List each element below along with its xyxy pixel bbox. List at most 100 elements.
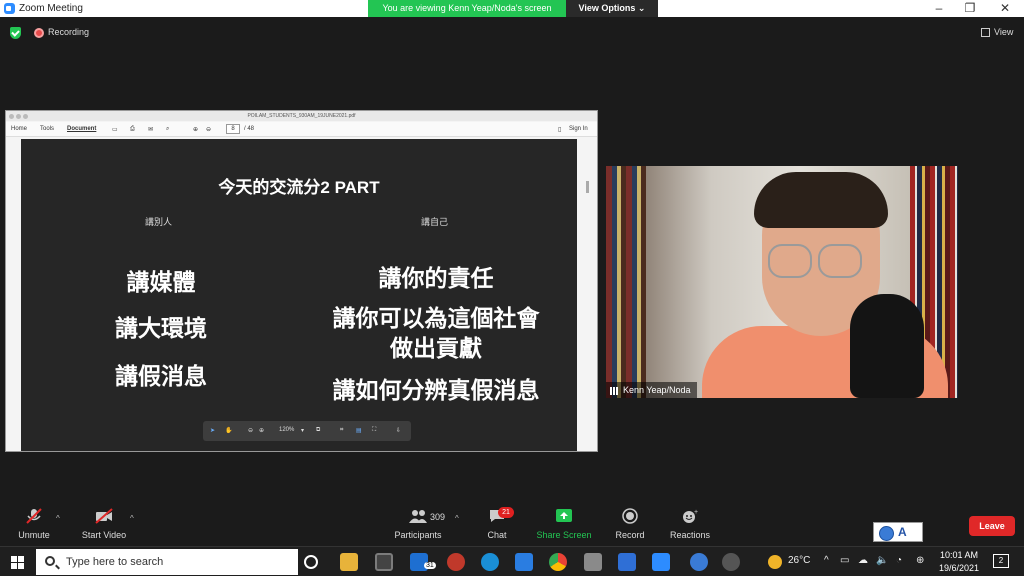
volume-icon[interactable]: 🔈	[876, 555, 888, 566]
page-number-input[interactable]: 8	[226, 124, 240, 134]
glasses-right-lens	[818, 244, 862, 278]
save-icon[interactable]: ▭	[112, 126, 118, 133]
zoom-dot-icon	[23, 114, 28, 119]
file-explorer-icon[interactable]	[340, 553, 358, 571]
document-icon[interactable]: ▤	[356, 427, 362, 434]
sign-in-link[interactable]: Sign In	[569, 126, 588, 132]
cloud-icon[interactable]: ☁	[858, 555, 868, 566]
zoom-level[interactable]: 120%	[279, 427, 294, 433]
page-down-icon[interactable]: ⊖	[206, 126, 211, 133]
pdf-title-bar: POILAM_STUDENTS_930AM_19JUNE2021.pdf	[6, 111, 597, 121]
security-app-icon[interactable]	[515, 553, 533, 571]
mail-badge: 31	[424, 562, 436, 569]
app-icon[interactable]	[584, 553, 602, 571]
record-label: Record	[615, 530, 645, 540]
store-icon[interactable]	[375, 553, 393, 571]
minimize-icon[interactable]: –	[922, 0, 956, 17]
print-icon[interactable]: ⎙	[130, 126, 135, 133]
reactions-button[interactable]: + Reactions	[668, 508, 712, 540]
microphone	[850, 294, 924, 398]
edge-browser-icon[interactable]	[481, 553, 499, 571]
show-hidden-icons-chevron-icon[interactable]: ^	[824, 555, 829, 566]
view-button[interactable]: View	[994, 27, 1013, 37]
chevron-down-icon[interactable]: ▾	[301, 427, 304, 434]
download-icon[interactable]: ⇩	[396, 427, 401, 434]
start-pane	[11, 556, 17, 562]
search-placeholder: Type here to search	[66, 556, 164, 568]
hand-tool-icon[interactable]: ✋	[225, 427, 232, 434]
notifications-button[interactable]: 2	[993, 554, 1009, 568]
app-icon[interactable]	[447, 553, 465, 571]
presentation-slide: 今天的交流分2 PART 講別人 講自己 講媒體 講大環境 講假消息 講你的責任…	[21, 139, 577, 451]
fullscreen-icon[interactable]: ⛶	[372, 427, 376, 434]
close-icon[interactable]: ✕	[988, 0, 1022, 17]
mail-icon[interactable]: ✉	[148, 126, 153, 133]
left-item: 講假消息	[115, 363, 207, 389]
recording-label: Recording	[48, 27, 90, 37]
chat-unread-badge: 21	[498, 507, 514, 518]
start-pane	[18, 556, 24, 562]
page-fit-icon[interactable]: ⧉	[316, 427, 320, 434]
crop-icon[interactable]: ⌗	[340, 427, 343, 434]
share-screen-button[interactable]: Share Screen	[536, 508, 592, 540]
weather-sun-icon[interactable]	[768, 555, 782, 569]
page-up-icon[interactable]: ⊕	[193, 126, 198, 133]
chat-label: Chat	[487, 530, 507, 540]
page-total: / 48	[244, 126, 255, 132]
left-item: 講大環境	[115, 315, 207, 341]
language-label: A	[898, 525, 907, 539]
zoom-out-icon[interactable]: ⊖	[248, 427, 253, 434]
menu-home[interactable]: Home	[11, 126, 27, 132]
interpretation-language-button[interactable]: A	[873, 522, 923, 542]
participant-video[interactable]: Kenn Yeap/Noda	[606, 166, 958, 398]
taskbar-clock[interactable]: 10:01 AM 19/6/2021	[936, 549, 982, 575]
record-button[interactable]: Record	[612, 508, 648, 540]
clock-date: 19/6/2021	[938, 563, 980, 573]
participants-options-chevron-icon[interactable]: ^	[455, 514, 459, 523]
right-item: 講你可以為這個社會	[332, 305, 540, 331]
people-icon[interactable]	[722, 553, 740, 571]
word-icon[interactable]	[618, 553, 636, 571]
search-icon[interactable]: ⌕	[166, 126, 169, 133]
muted-microphone-icon	[24, 508, 44, 524]
video-options-chevron-icon[interactable]: ^	[130, 514, 134, 523]
participant-name: Kenn Yeap/Noda	[623, 385, 691, 395]
shared-screen-pdf-viewer[interactable]: POILAM_STUDENTS_930AM_19JUNE2021.pdf Hom…	[5, 110, 598, 452]
screen-share-banner: You are viewing Kenn Yeap/Noda's screen	[368, 0, 566, 17]
start-pane	[11, 563, 17, 569]
clock-time: 10:01 AM	[939, 550, 979, 560]
battery-icon[interactable]: ▭	[840, 555, 849, 566]
zoom-app-icon	[4, 3, 15, 14]
minimize-dot-icon	[16, 114, 21, 119]
help-icon[interactable]	[690, 553, 708, 571]
zoom-taskbar-icon[interactable]	[652, 553, 670, 571]
weather-temperature[interactable]: 26°C	[788, 555, 810, 566]
menu-document[interactable]: Document	[67, 126, 96, 132]
language-indicator-icon[interactable]: ⊕	[916, 555, 924, 566]
leave-button[interactable]: Leave	[969, 516, 1015, 536]
taskbar-search-box[interactable]: Type here to search	[36, 549, 298, 575]
unmute-button[interactable]: Unmute	[14, 508, 54, 540]
wifi-icon[interactable]: ◔	[896, 555, 902, 566]
view-grid-icon[interactable]	[981, 28, 990, 37]
maximize-icon[interactable]: ❐	[953, 0, 987, 17]
zoom-in-icon[interactable]: ⊕	[259, 427, 264, 434]
pdf-floating-toolbar: ➤ ✋ ⊖ ⊕ 120% ▾ ⧉ ⌗ ▤ ⛶ ⇩	[203, 421, 411, 441]
chrome-icon[interactable]	[549, 553, 567, 571]
cortana-icon[interactable]	[304, 555, 318, 569]
select-tool-icon[interactable]: ➤	[210, 427, 215, 434]
participants-label: Participants	[394, 530, 442, 540]
menu-tools[interactable]: Tools	[40, 126, 54, 132]
sign-in-icon[interactable]: ▯	[558, 126, 561, 133]
right-item: 做出貢獻	[390, 335, 482, 361]
window-title: Zoom Meeting	[19, 3, 83, 14]
reactions-icon: +	[680, 508, 700, 524]
windows-start-icon[interactable]	[11, 556, 24, 569]
share-screen-label: Share Screen	[536, 530, 592, 540]
start-video-button[interactable]: Start Video	[80, 508, 128, 540]
view-options-button[interactable]: View Options ⌄	[566, 0, 658, 17]
audio-options-chevron-icon[interactable]: ^	[56, 514, 60, 523]
pdf-scrollbar[interactable]	[586, 181, 589, 193]
left-column-heading: 講別人	[145, 217, 173, 227]
security-shield-icon[interactable]	[10, 27, 21, 39]
